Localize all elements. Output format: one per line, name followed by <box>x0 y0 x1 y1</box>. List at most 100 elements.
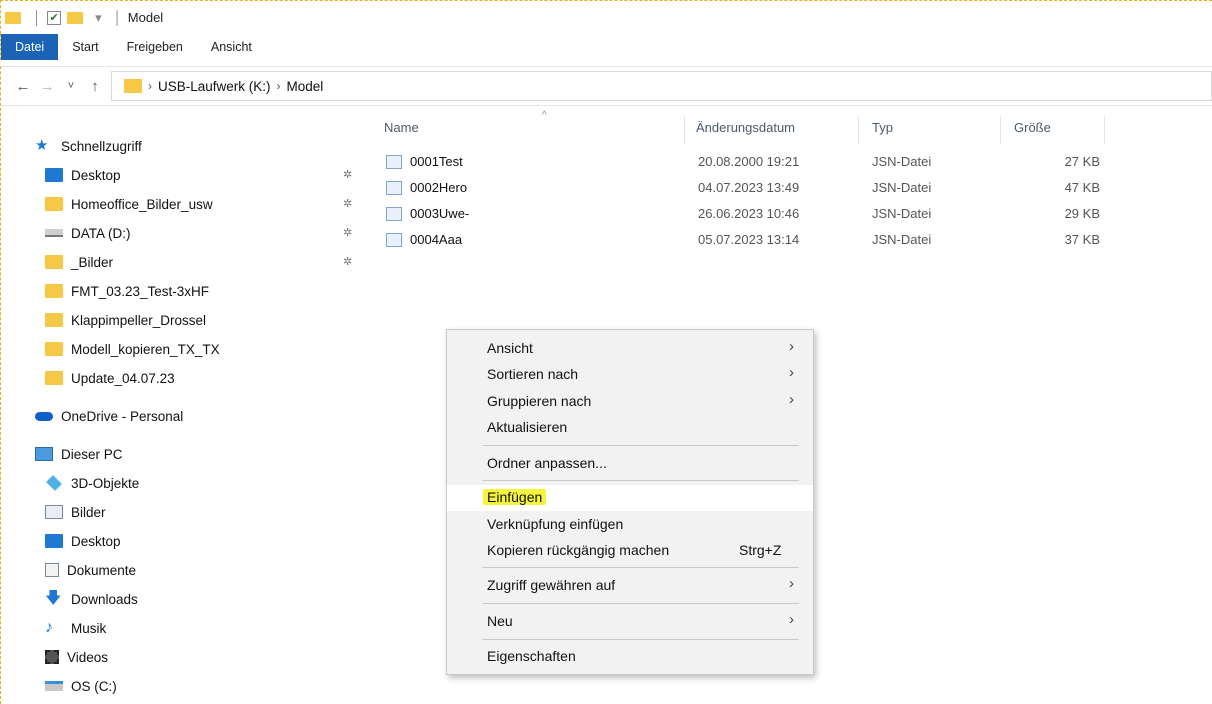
file-row[interactable]: 0001Test 20.08.2000 19:21 JSN-Datei 27 K… <box>386 150 1106 176</box>
download-arrow-icon: 🡇 <box>45 590 62 607</box>
column-header-size[interactable]: Größe <box>1014 120 1051 135</box>
chevron-right-icon[interactable]: › <box>148 79 152 93</box>
column-divider[interactable] <box>1000 116 1001 144</box>
sidebar-item-downloads[interactable]: 🡇 Downloads <box>45 587 365 611</box>
music-note-icon: ♪ <box>45 619 53 636</box>
tab-datei[interactable]: Datei <box>1 34 59 60</box>
sidebar-item-documents[interactable]: Dokumente <box>45 558 365 582</box>
folder-icon <box>45 284 63 298</box>
menu-item-ordner-anpassen[interactable]: Ordner anpassen... <box>447 451 813 477</box>
sidebar-item-os-drive[interactable]: OS (C:) <box>45 674 365 698</box>
title-bar: │ ✔ ▾ │ Model <box>0 0 1212 34</box>
pin-icon[interactable]: ✲ <box>343 168 352 181</box>
pin-icon[interactable]: ✲ <box>343 197 352 210</box>
menu-item-verknuepfung-einfuegen[interactable]: Verknüpfung einfügen <box>447 512 813 538</box>
tab-freigeben[interactable]: Freigeben <box>113 34 197 60</box>
file-row[interactable]: 0004Aaa 05.07.2023 13:14 JSN-Datei 37 KB <box>386 228 1106 254</box>
chevron-right-icon: › <box>789 575 794 592</box>
file-type: JSN-Datei <box>872 232 932 247</box>
menu-item-neu[interactable]: Neu › <box>447 609 813 635</box>
menu-item-kopieren-rueckgaengig[interactable]: Kopieren rückgängig machen Strg+Z <box>447 538 813 564</box>
ribbon-tabs: Datei Start Freigeben Ansicht <box>0 34 1212 60</box>
sidebar-item-modell-kopieren[interactable]: Modell_kopieren_TX_TX <box>45 337 365 361</box>
file-icon <box>386 155 402 169</box>
tab-ansicht[interactable]: Ansicht <box>197 34 266 60</box>
file-type: JSN-Datei <box>872 154 932 169</box>
column-header-date[interactable]: Änderungsdatum <box>696 120 795 135</box>
windows-drive-icon <box>45 681 63 691</box>
menu-item-eigenschaften[interactable]: Eigenschaften <box>447 644 813 670</box>
menu-item-label: Ansicht <box>487 340 533 356</box>
file-icon <box>386 207 402 221</box>
file-type: JSN-Datei <box>872 206 932 221</box>
sidebar-item-this-pc[interactable]: Dieser PC <box>35 442 355 466</box>
menu-item-label: Aktualisieren <box>487 419 568 435</box>
sidebar-item-music[interactable]: ♪ Musik <box>45 616 365 640</box>
sidebar-item-label: Musik <box>71 620 107 636</box>
sidebar-item-bilder-folder[interactable]: _Bilder <box>45 250 365 274</box>
file-size: 37 KB <box>1064 232 1100 247</box>
file-size: 27 KB <box>1064 154 1100 169</box>
sidebar-item-pictures[interactable]: Bilder <box>45 500 365 524</box>
menu-separator <box>483 480 799 481</box>
column-divider[interactable] <box>684 116 685 144</box>
sidebar-item-label: _Bilder <box>71 254 114 270</box>
sidebar-item-desktop[interactable]: Desktop <box>45 529 365 553</box>
pictures-icon <box>45 505 63 519</box>
up-arrow-icon[interactable]: ↑ <box>83 78 107 95</box>
menu-item-sortieren-nach[interactable]: Sortieren nach › <box>447 362 813 388</box>
column-header-type[interactable]: Typ <box>872 120 893 135</box>
sidebar-item-quick-access[interactable]: ★ Schnellzugriff <box>35 134 355 158</box>
sidebar-item-label: Desktop <box>71 533 121 549</box>
column-divider[interactable] <box>1104 116 1105 144</box>
sidebar-item-update[interactable]: Update_04.07.23 <box>45 366 365 390</box>
back-arrow-icon[interactable]: ← <box>11 78 35 95</box>
desktop-icon <box>45 534 63 548</box>
sidebar-item-videos[interactable]: Videos <box>45 645 365 669</box>
file-date: 05.07.2023 13:14 <box>698 232 800 247</box>
sidebar-item-label: Modell_kopieren_TX_TX <box>71 341 220 357</box>
sidebar-item-onedrive[interactable]: OneDrive - Personal <box>35 404 355 428</box>
menu-item-gruppieren-nach[interactable]: Gruppieren nach › <box>447 389 813 415</box>
column-header-name[interactable]: Name <box>384 120 419 135</box>
sidebar-item-desktop-pinned[interactable]: Desktop <box>45 163 365 187</box>
file-row[interactable]: 0002Hero 04.07.2023 13:49 JSN-Datei 47 K… <box>386 176 1106 202</box>
sidebar-item-data-drive[interactable]: DATA (D:) <box>45 221 365 245</box>
folder-icon <box>45 313 63 327</box>
chevron-right-icon[interactable]: › <box>277 79 281 93</box>
menu-item-zugriff-gewaehren[interactable]: Zugriff gewähren auf › <box>447 573 813 599</box>
file-name: 0001Test <box>410 154 463 169</box>
tab-start[interactable]: Start <box>58 34 112 60</box>
menu-item-ansicht[interactable]: Ansicht › <box>447 336 813 362</box>
sidebar-item-label: Update_04.07.23 <box>71 370 175 386</box>
breadcrumb-usb-drive[interactable]: USB-Laufwerk (K:) <box>158 79 271 94</box>
sidebar-item-3d-objects[interactable]: 3D-Objekte <box>45 471 365 495</box>
customize-quick-access-icon[interactable]: ▾ <box>95 10 102 26</box>
column-divider[interactable] <box>858 116 859 144</box>
file-size: 47 KB <box>1064 180 1100 195</box>
address-bar[interactable]: › USB-Laufwerk (K:) › Model <box>111 71 1212 101</box>
properties-icon[interactable]: ✔ <box>47 10 62 25</box>
sidebar-item-fmt[interactable]: FMT_03.23_Test-3xHF <box>45 279 365 303</box>
menu-item-einfuegen[interactable]: Einfügen <box>447 485 813 511</box>
menu-item-aktualisieren[interactable]: Aktualisieren <box>447 415 813 441</box>
sidebar-item-label: OS (C:) <box>71 678 117 694</box>
chevron-right-icon: › <box>789 364 794 381</box>
file-row[interactable]: 0003Uwe- 26.06.2023 10:46 JSN-Datei 29 K… <box>386 202 1106 228</box>
menu-item-label: Verknüpfung einfügen <box>487 516 624 532</box>
desktop-icon <box>45 168 63 182</box>
menu-item-label: Kopieren rückgängig machen <box>487 542 670 558</box>
new-folder-icon[interactable] <box>67 11 84 24</box>
recent-locations-icon[interactable]: ˅ <box>59 80 83 92</box>
pin-icon[interactable]: ✲ <box>343 255 352 268</box>
forward-arrow-icon[interactable]: → <box>35 78 59 95</box>
file-date: 04.07.2023 13:49 <box>698 180 800 195</box>
file-date: 20.08.2000 19:21 <box>698 154 800 169</box>
folder-icon[interactable] <box>5 11 21 24</box>
sidebar-item-label: OneDrive - Personal <box>61 408 184 424</box>
breadcrumb-model[interactable]: Model <box>287 79 324 94</box>
pin-icon[interactable]: ✲ <box>343 226 352 239</box>
sidebar-item-homeoffice[interactable]: Homeoffice_Bilder_usw <box>45 192 365 216</box>
window-title: Model <box>127 10 164 25</box>
sidebar-item-klappimpeller[interactable]: Klappimpeller_Drossel <box>45 308 365 332</box>
